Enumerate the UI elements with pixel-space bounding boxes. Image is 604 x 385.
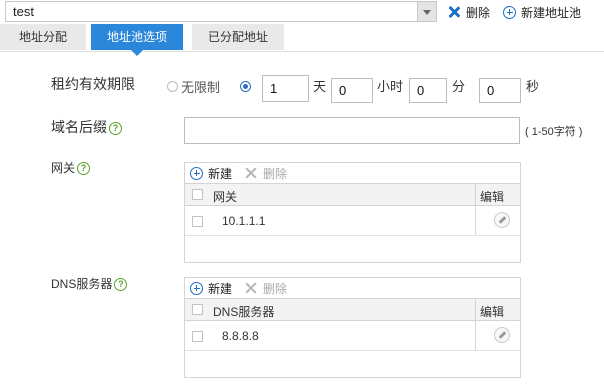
dns-header: DNS服务器 编辑 [185,298,520,321]
edit-icon[interactable] [494,212,510,228]
tab-bar: 地址分配 地址池选项 已分配地址 [0,24,604,56]
table-row[interactable]: 8.8.8.8 [185,321,520,351]
domain-suffix-label: 域名后缀? [51,117,122,137]
domain-suffix-input[interactable] [184,117,520,144]
help-icon[interactable]: ? [114,278,128,291]
hours-input[interactable]: 0 [331,78,373,103]
dns-select-all-checkbox[interactable] [192,304,203,315]
edit-icon[interactable] [494,327,510,343]
help-icon[interactable]: ? [77,162,91,175]
add-icon [190,281,203,295]
dns-table: 新建 删除 DNS服务器 编辑 8.8.8.8 [184,277,521,378]
gateway-toolbar: 新建 删除 [185,163,520,183]
delete-pool-button[interactable]: 删除 [448,4,490,20]
gateway-select-all-checkbox[interactable] [192,189,203,200]
pool-select-value: test [13,4,34,19]
unlimited-label: 无限制 [181,80,221,95]
minutes-unit: 分 [452,79,466,94]
gateway-label: 网关? [51,159,91,176]
lease-label: 租约有效期限 [51,76,135,92]
domain-suffix-label-text: 域名后缀 [51,119,107,135]
gateway-new-label: 新建 [208,166,233,181]
minutes-input[interactable]: 0 [409,78,447,103]
gateway-table: 新建 删除 网关 编辑 10.1.1.1 [184,162,521,263]
add-icon [190,166,203,180]
gateway-new-button[interactable]: 新建 [190,165,232,182]
dns-col-name: DNS服务器 [213,305,275,319]
close-icon [245,282,257,294]
gateway-col-name: 网关 [213,190,238,204]
chevron-down-icon[interactable] [417,2,436,21]
tab-address-allocation[interactable]: 地址分配 [0,24,86,50]
custom-lease-radio[interactable] [240,81,251,92]
delete-pool-label: 删除 [466,5,491,20]
table-row[interactable]: 10.1.1.1 [185,206,520,236]
gateway-row-value: 10.1.1.1 [222,214,266,228]
dns-label-text: DNS服务器 [51,277,113,291]
dns-delete-button[interactable]: 删除 [245,280,287,297]
tab-pool-options[interactable]: 地址池选项 [91,24,183,56]
gateway-col-edit: 编辑 [480,190,505,204]
pool-select[interactable]: test [5,1,437,22]
dns-delete-label: 删除 [263,281,288,296]
days-unit: 天 [313,79,327,94]
dns-label: DNS服务器? [51,275,128,292]
add-icon [503,5,516,19]
gateway-label-text: 网关 [51,161,76,175]
row-checkbox[interactable] [192,331,203,342]
dns-toolbar: 新建 删除 [185,278,520,298]
gateway-delete-button[interactable]: 删除 [245,165,287,182]
dns-col-edit: 编辑 [480,305,505,319]
dns-new-button[interactable]: 新建 [190,280,232,297]
seconds-unit: 秒 [526,79,540,94]
domain-suffix-hint: ( 1-50字符 ) [525,126,583,138]
close-icon [245,167,257,179]
seconds-input[interactable]: 0 [479,78,521,103]
days-input[interactable]: 1 [262,75,309,102]
new-pool-button[interactable]: 新建地址池 [503,4,581,20]
close-icon [448,6,460,18]
hours-unit: 小时 [377,79,404,94]
dns-row-value: 8.8.8.8 [222,329,259,343]
gateway-header: 网关 编辑 [185,183,520,206]
new-pool-label: 新建地址池 [521,5,582,20]
dns-new-label: 新建 [208,281,233,296]
unlimited-radio[interactable] [167,81,178,92]
gateway-delete-label: 删除 [263,166,288,181]
tab-allocated-addresses[interactable]: 已分配地址 [192,24,284,50]
row-checkbox[interactable] [192,216,203,227]
help-icon[interactable]: ? [109,122,122,135]
